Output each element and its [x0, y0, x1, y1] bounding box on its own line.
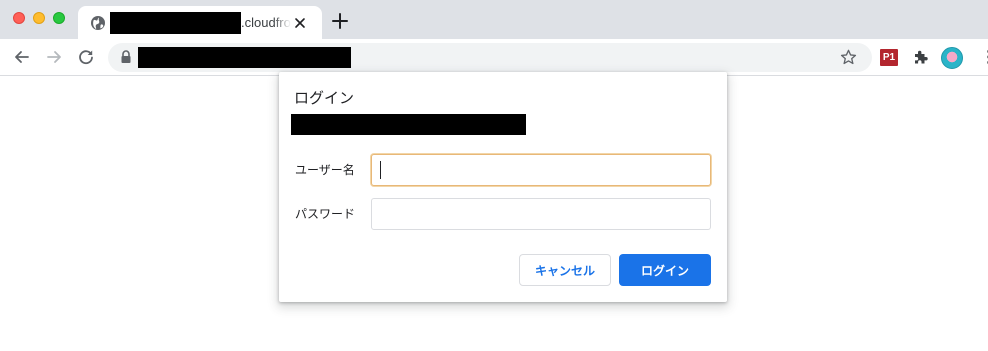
arrow-right-icon[interactable]: [45, 48, 63, 66]
redacted-tab-title: [110, 12, 241, 34]
browser-toolbar: P1: [0, 39, 988, 76]
arrow-left-icon[interactable]: [13, 48, 31, 66]
redacted-dialog-subtitle: [291, 114, 526, 135]
puzzle-icon[interactable]: [912, 48, 930, 66]
text-caret: [380, 161, 381, 179]
browser-tab[interactable]: .cloudfront.net: [78, 6, 322, 40]
plus-icon[interactable]: [331, 12, 349, 30]
avatar[interactable]: [941, 47, 963, 69]
username-field[interactable]: [371, 154, 711, 186]
reload-icon[interactable]: [77, 48, 95, 66]
window-close-button[interactable]: [13, 12, 25, 24]
window-minimize-button[interactable]: [33, 12, 45, 24]
kebab-menu-icon[interactable]: [980, 48, 988, 66]
username-label: ユーザー名: [295, 163, 355, 177]
extension-p1-button[interactable]: P1: [880, 49, 898, 66]
star-icon[interactable]: [839, 48, 858, 67]
globe-icon: [91, 16, 105, 30]
address-bar[interactable]: [108, 43, 872, 72]
login-dialog: ログイン ユーザー名 パスワード キャンセル ログイン: [279, 72, 727, 302]
password-label: パスワード: [295, 207, 356, 221]
window-zoom-button[interactable]: [53, 12, 65, 24]
tab-title: .cloudfront.net: [241, 15, 291, 30]
login-button[interactable]: ログイン: [619, 254, 711, 286]
close-icon[interactable]: [292, 15, 308, 31]
tab-strip: .cloudfront.net: [0, 0, 988, 40]
dialog-title: ログイン: [294, 90, 355, 107]
cancel-button[interactable]: キャンセル: [519, 254, 611, 286]
password-field[interactable]: [371, 198, 711, 230]
redacted-url: [138, 47, 351, 68]
lock-icon[interactable]: [120, 50, 132, 64]
